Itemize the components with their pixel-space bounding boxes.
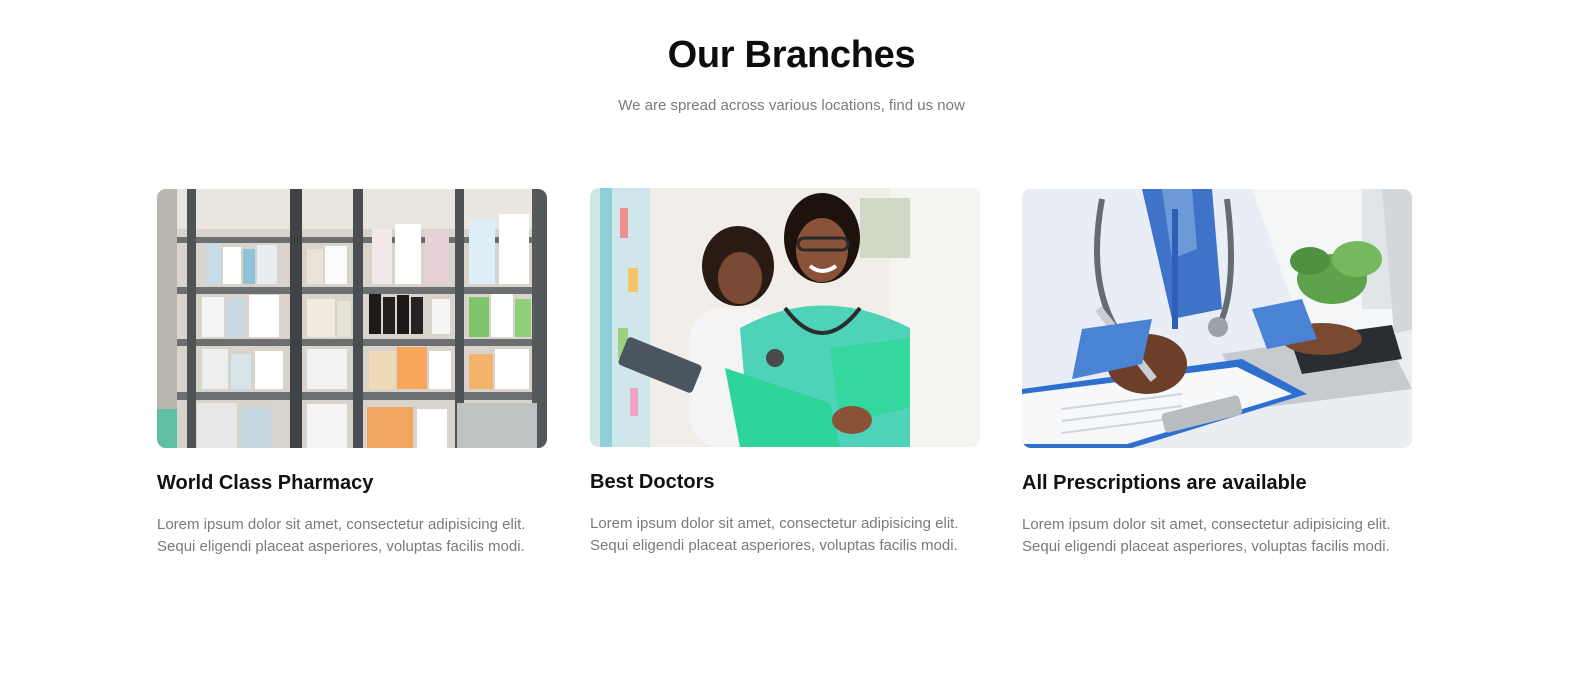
card-heading: World Class Pharmacy	[157, 472, 374, 494]
branch-card-prescriptions[interactable]: All Prescriptions are available Lorem ip…	[1022, 189, 1412, 555]
card-heading: All Prescriptions are available	[1022, 472, 1307, 494]
branches-section: Our Branches We are spread across variou…	[0, 0, 1583, 692]
branch-card-doctors[interactable]: Best Doctors Lorem ipsum dolor sit amet,…	[590, 188, 980, 554]
card-description: Lorem ipsum dolor sit amet, consectetur …	[1022, 516, 1391, 555]
pharmacy-shelves-image	[157, 189, 547, 448]
section-subtitle: We are spread across various locations, …	[618, 97, 965, 114]
card-heading: Best Doctors	[590, 471, 715, 493]
card-description: Lorem ipsum dolor sit amet, consectetur …	[590, 515, 959, 554]
section-title: Our Branches	[667, 34, 916, 76]
card-description: Lorem ipsum dolor sit amet, consectetur …	[157, 516, 526, 555]
doctors-image	[590, 188, 980, 447]
prescription-writing-image	[1022, 189, 1412, 448]
branch-card-pharmacy[interactable]: World Class Pharmacy Lorem ipsum dolor s…	[157, 189, 547, 555]
